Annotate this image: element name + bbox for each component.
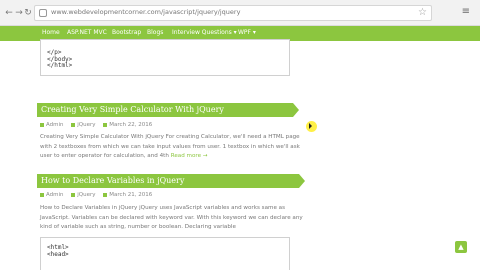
excerpt-line: with 2 textboxes from which we can take … <box>40 143 300 150</box>
post-title[interactable]: How to Declare Variables in jQuery <box>41 176 184 185</box>
nav-item-home[interactable]: Home <box>42 29 60 36</box>
calendar-icon <box>103 123 108 127</box>
code-block: </p> </body> </html> <box>40 39 290 76</box>
scroll-to-top-button[interactable]: ▲ <box>455 241 467 253</box>
post-date: March 21, 2016 <box>109 192 153 198</box>
read-more-link[interactable]: Read more → <box>171 153 208 159</box>
nav-item-interview-questions[interactable]: Interview Questions ▾ <box>172 29 237 36</box>
mouse-pointer-icon <box>309 123 312 129</box>
page-icon <box>39 9 47 17</box>
post-title[interactable]: Creating Very Simple Calculator With jQu… <box>41 105 224 114</box>
post-category[interactable]: jQuery <box>77 192 95 198</box>
post-excerpt: Creating Very Simple Calculator With jQu… <box>40 133 300 162</box>
code-line: </p> <box>47 49 62 56</box>
excerpt-line: Creating Very Simple Calculator With jQu… <box>40 134 300 140</box>
folder-icon <box>71 123 76 127</box>
back-arrow-icon[interactable]: ← <box>4 8 14 18</box>
excerpt-line: How to Declare Variables in jQuery jQuer… <box>40 205 286 211</box>
user-icon <box>40 123 44 127</box>
post-meta: Admin jQuery March 22, 2016 <box>40 122 152 129</box>
nav-item-bootstrap[interactable]: Bootstrap <box>112 29 141 36</box>
code-line: <head> <box>47 251 69 258</box>
browser-toolbar: ← → ↻ www.webdevelopmentcorner.com/javas… <box>0 0 480 26</box>
nav-item-wpf[interactable]: WPF ▾ <box>238 29 256 36</box>
excerpt-line: kind of variable such as string, number … <box>40 224 236 230</box>
post-category[interactable]: jQuery <box>77 122 95 128</box>
post-meta: Admin jQuery March 21, 2016 <box>40 192 152 199</box>
nav-item-blogs[interactable]: Blogs <box>147 29 163 36</box>
post-title-bar[interactable]: How to Declare Variables in jQuery <box>37 174 305 188</box>
post-author[interactable]: Admin <box>46 122 64 128</box>
code-block: <html> <head> <box>40 237 290 270</box>
bookmark-star-icon[interactable]: ☆ <box>418 7 427 18</box>
folder-icon <box>71 193 76 197</box>
excerpt-line: JavaScript. Variables can be declared wi… <box>40 214 303 221</box>
main-content: </p> </body> </html> Creating Very Simpl… <box>0 39 480 270</box>
user-icon <box>40 193 44 197</box>
code-line: </html> <box>47 62 73 69</box>
post-title-bar[interactable]: Creating Very Simple Calculator With jQu… <box>37 103 299 117</box>
url-text: www.webdevelopmentcorner.com/javascript/… <box>51 8 241 16</box>
refresh-icon[interactable]: ↻ <box>23 8 33 18</box>
post-excerpt: How to Declare Variables in jQuery jQuer… <box>40 204 303 233</box>
address-bar[interactable]: www.webdevelopmentcorner.com/javascript/… <box>34 5 432 21</box>
post-author[interactable]: Admin <box>46 192 64 198</box>
post-date: March 22, 2016 <box>109 122 153 128</box>
code-line: <html> <box>47 244 69 251</box>
calendar-icon <box>103 193 108 197</box>
nav-item-asp-net-mvc[interactable]: ASP.NET MVC <box>67 29 107 36</box>
excerpt-line: user to enter operator for calculation, … <box>40 153 208 159</box>
browser-menu-icon[interactable]: ≡ <box>462 7 470 17</box>
